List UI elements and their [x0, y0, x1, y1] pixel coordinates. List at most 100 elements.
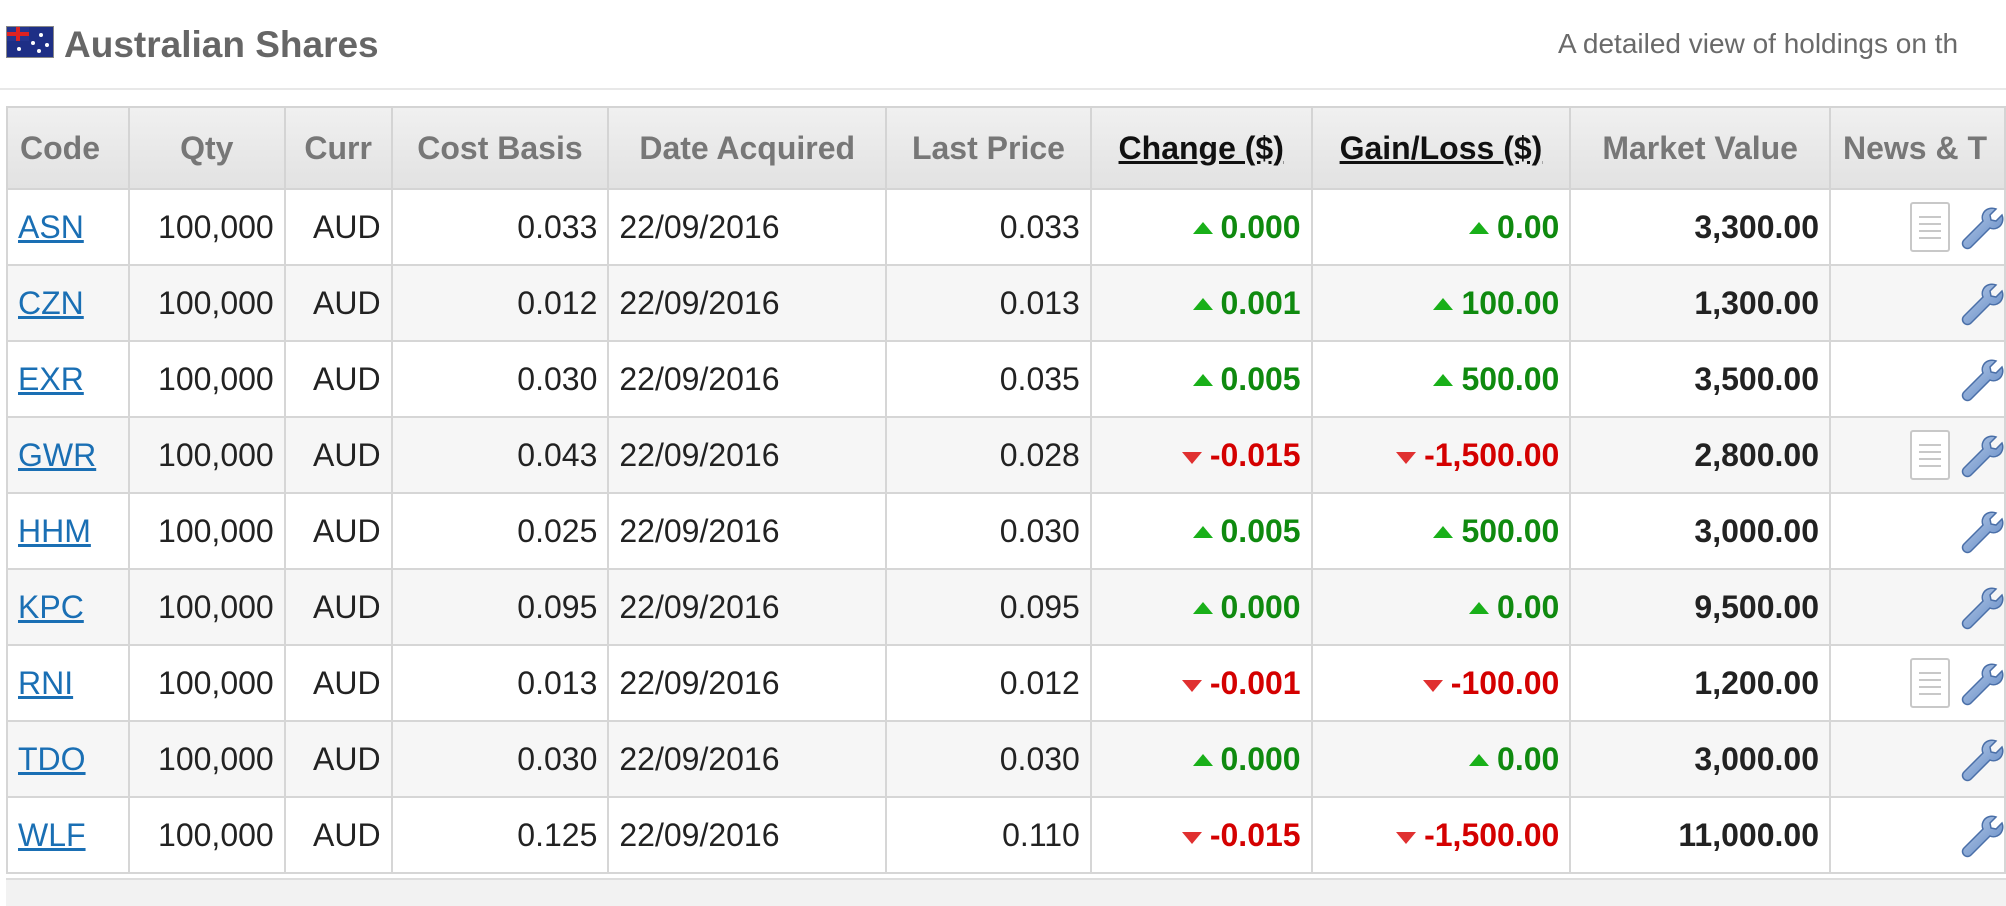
section-subtitle: A detailed view of holdings on th — [1558, 28, 1959, 59]
cell-curr: AUD — [283, 416, 393, 494]
gain-loss-value: 500.00 — [1461, 360, 1560, 397]
gain-loss-value: 100.00 — [1461, 284, 1560, 321]
cell-gain-loss: 500.00 — [1310, 340, 1572, 418]
wrench-icon[interactable] — [1956, 358, 2003, 402]
gain-loss-value: 0.00 — [1497, 208, 1560, 245]
cell-curr: AUD — [283, 568, 393, 646]
cell-last-price: 0.012 — [885, 644, 1092, 722]
stock-code-link[interactable]: RNI — [18, 665, 73, 701]
wrench-icon[interactable] — [1956, 738, 2003, 782]
column-header-qty[interactable]: Qty — [127, 106, 286, 190]
up-arrow-icon — [1469, 753, 1490, 766]
wrench-icon[interactable] — [1956, 434, 2003, 478]
up-arrow-icon — [1469, 601, 1490, 614]
wrench-icon[interactable] — [1956, 662, 2003, 706]
cell-news-tools — [1828, 644, 2006, 722]
cell-gain-loss: -100.00 — [1310, 644, 1572, 722]
cell-date-acquired: 22/09/2016 — [607, 644, 888, 722]
news-document-icon[interactable] — [1910, 202, 1950, 252]
cell-code: EXR — [6, 340, 130, 418]
table-row: ASN 100,000 AUD 0.033 22/09/2016 0.033 0.000 0.… — [6, 188, 2006, 266]
gain-loss-value: 0.00 — [1497, 588, 1560, 625]
cell-curr: AUD — [283, 340, 393, 418]
cell-code: RNI — [6, 644, 130, 722]
cell-qty: 100,000 — [127, 416, 286, 494]
down-arrow-icon — [1181, 451, 1202, 464]
wrench-icon[interactable] — [1956, 586, 2003, 630]
change-value: -0.015 — [1209, 436, 1301, 473]
cell-code: ASN — [6, 188, 130, 266]
up-arrow-icon — [1192, 221, 1213, 234]
cell-last-price: 0.095 — [885, 568, 1092, 646]
wrench-icon[interactable] — [1956, 814, 2003, 858]
column-header-date-acquired[interactable]: Date Acquired — [607, 106, 888, 190]
up-arrow-icon — [1192, 297, 1213, 310]
stock-code-link[interactable]: KPC — [18, 589, 84, 625]
gain-loss-value: -1,500.00 — [1424, 816, 1560, 853]
cell-market-value: 3,500.00 — [1569, 340, 1831, 418]
cell-curr: AUD — [283, 492, 393, 570]
column-header-last-price[interactable]: Last Price — [885, 106, 1092, 190]
cell-change: 0.000 — [1089, 188, 1313, 266]
cell-news-tools — [1828, 568, 2006, 646]
column-header-code[interactable]: Code — [6, 106, 130, 190]
cell-cost-basis: 0.043 — [390, 416, 610, 494]
down-arrow-icon — [1396, 451, 1417, 464]
cell-change: -0.015 — [1089, 416, 1313, 494]
stock-code-link[interactable]: HHM — [18, 513, 91, 549]
cell-date-acquired: 22/09/2016 — [607, 796, 888, 874]
cell-last-price: 0.030 — [885, 492, 1092, 570]
cell-news-tools — [1828, 416, 2006, 494]
wrench-icon[interactable] — [1956, 510, 2003, 554]
cell-qty: 100,000 — [127, 492, 286, 570]
cell-last-price: 0.013 — [885, 264, 1092, 342]
table-row: RNI 100,000 AUD 0.013 22/09/2016 0.012 -0.001 -… — [6, 644, 2006, 722]
change-value: -0.015 — [1209, 816, 1301, 853]
change-value: 0.000 — [1220, 740, 1301, 777]
table-row: WLF 100,000 AUD 0.125 22/09/2016 0.110 -0.015 -… — [6, 796, 2006, 874]
column-header-news[interactable]: News & T — [1828, 106, 2006, 190]
news-document-icon[interactable] — [1910, 658, 1950, 708]
cell-code: HHM — [6, 492, 130, 570]
cell-curr: AUD — [283, 644, 393, 722]
table-header-row: Code Qty Curr Cost Basis Date Acquired L… — [6, 106, 2006, 190]
cell-change: -0.001 — [1089, 644, 1313, 722]
cell-change: 0.005 — [1089, 492, 1313, 570]
stock-code-link[interactable]: EXR — [18, 361, 84, 397]
stock-code-link[interactable]: CZN — [18, 285, 84, 321]
cell-cost-basis: 0.095 — [390, 568, 610, 646]
stock-code-link[interactable]: ASN — [18, 209, 84, 245]
cell-date-acquired: 22/09/2016 — [607, 416, 888, 494]
wrench-icon[interactable] — [1956, 206, 2003, 250]
cell-date-acquired: 22/09/2016 — [607, 720, 888, 798]
column-header-cost-basis[interactable]: Cost Basis — [390, 106, 610, 190]
cell-date-acquired: 22/09/2016 — [607, 340, 888, 418]
stock-code-link[interactable]: GWR — [18, 437, 96, 473]
stock-code-link[interactable]: WLF — [18, 817, 86, 853]
change-value: 0.005 — [1220, 512, 1301, 549]
cell-market-value: 1,300.00 — [1569, 264, 1831, 342]
cell-qty: 100,000 — [127, 568, 286, 646]
wrench-icon[interactable] — [1956, 282, 2003, 326]
up-arrow-icon — [1192, 373, 1213, 386]
cell-change: 0.000 — [1089, 568, 1313, 646]
gain-loss-value: -100.00 — [1450, 664, 1560, 701]
change-value: 0.005 — [1220, 360, 1301, 397]
cell-cost-basis: 0.030 — [390, 340, 610, 418]
news-document-icon[interactable] — [1910, 430, 1950, 480]
cell-qty: 100,000 — [127, 720, 286, 798]
column-header-gain-loss[interactable]: Gain/Loss ($) — [1310, 106, 1572, 190]
stock-code-link[interactable]: TDO — [18, 741, 86, 777]
cell-last-price: 0.110 — [885, 796, 1092, 874]
column-header-curr[interactable]: Curr — [283, 106, 393, 190]
column-header-market-value[interactable]: Market Value — [1569, 106, 1831, 190]
change-value: 0.000 — [1220, 588, 1301, 625]
table-row: EXR 100,000 AUD 0.030 22/09/2016 0.035 0.005 50… — [6, 340, 2006, 418]
cell-qty: 100,000 — [127, 340, 286, 418]
down-arrow-icon — [1181, 679, 1202, 692]
column-header-change[interactable]: Change ($) — [1089, 106, 1313, 190]
cell-code: CZN — [6, 264, 130, 342]
cell-market-value: 9,500.00 — [1569, 568, 1831, 646]
section-title: Australian Shares — [64, 24, 379, 65]
down-arrow-icon — [1422, 679, 1443, 692]
